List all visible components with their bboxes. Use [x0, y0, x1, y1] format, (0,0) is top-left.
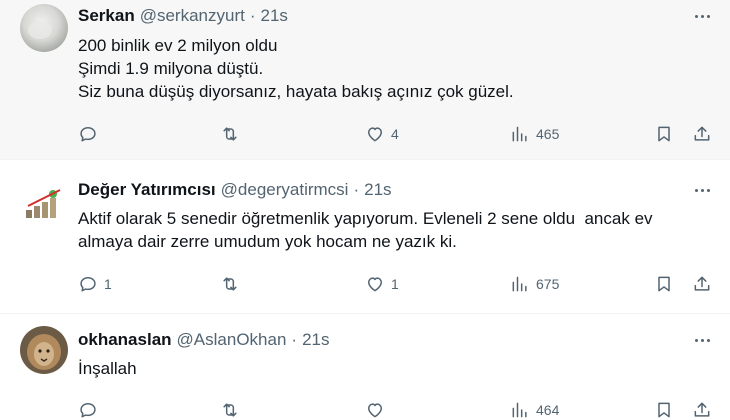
tweet-okhanaslan[interactable]: okhanaslan @AslanOkhan · 21s İnşallah 46…: [0, 314, 730, 420]
reply-button[interactable]: 1: [78, 272, 112, 296]
separator-dot: ·: [291, 330, 298, 349]
heart-icon: [368, 127, 382, 142]
like-button[interactable]: [365, 398, 391, 420]
reply-button[interactable]: [78, 122, 104, 146]
tweet-text-line: 200 binlik ev 2 milyon oldu: [78, 36, 278, 55]
share-button[interactable]: [692, 272, 712, 296]
display-name[interactable]: okhanaslan: [78, 330, 172, 350]
avatar[interactable]: [20, 180, 68, 228]
tweet-text: 200 binlik ev 2 milyon oldu Şimdi 1.9 mi…: [78, 34, 710, 103]
bookmark-button[interactable]: [654, 272, 674, 296]
retweet-icon: [223, 403, 237, 417]
like-count: 4: [391, 126, 399, 142]
tweet-serkan[interactable]: Serkan @serkanzyurt · 21s 200 binlik ev …: [0, 0, 730, 160]
separator-dot: ·: [353, 180, 360, 199]
avatar-image: [20, 4, 68, 52]
views-chart-icon: [512, 276, 527, 292]
retweet-button[interactable]: [220, 272, 246, 296]
avatar-image: [20, 326, 68, 374]
avatar-image: [20, 180, 68, 228]
reply-count: 1: [104, 276, 112, 292]
action-bar: 4 465: [78, 122, 716, 146]
avatar[interactable]: [20, 4, 68, 52]
views-chart-icon: [512, 126, 527, 142]
share-button[interactable]: [692, 398, 712, 420]
like-button[interactable]: 1: [365, 272, 399, 296]
view-count: 675: [536, 276, 560, 292]
share-button[interactable]: [692, 122, 712, 146]
view-count: 465: [536, 126, 560, 142]
reply-icon: [80, 277, 96, 292]
share-icon: [694, 402, 710, 417]
reply-icon: [80, 127, 96, 142]
views-button[interactable]: 465: [510, 122, 559, 146]
views-chart-icon: [512, 402, 527, 418]
tweet-text-line: Aktif olarak 5 senedir öğretmenlik yapıy…: [78, 209, 653, 228]
tweet-text-line: Şimdi 1.9 milyona düştü.: [78, 59, 264, 78]
like-count: 1: [391, 276, 399, 292]
retweet-icon: [223, 127, 237, 141]
timestamp[interactable]: 21s: [261, 6, 288, 26]
view-count: 464: [536, 402, 560, 418]
reply-button[interactable]: [78, 398, 104, 420]
views-button[interactable]: 464: [510, 398, 559, 420]
avatar[interactable]: [20, 326, 68, 374]
views-button[interactable]: 675: [510, 272, 559, 296]
bookmark-icon: [658, 126, 670, 142]
action-bar: 1 1 675: [78, 272, 716, 296]
share-icon: [694, 276, 710, 291]
separator-dot: ·: [249, 6, 256, 25]
tweet-header: okhanaslan @AslanOkhan · 21s: [78, 330, 330, 350]
retweet-button[interactable]: [220, 398, 246, 420]
tweet-text: Aktif olarak 5 senedir öğretmenlik yapıy…: [78, 207, 710, 253]
tweet-text: İnşallah: [78, 357, 710, 380]
retweet-icon: [223, 277, 237, 291]
tweet-text-line: almaya dair zerre umudum yok hocam ne ya…: [78, 232, 457, 251]
heart-icon: [368, 277, 382, 292]
user-handle[interactable]: @degeryatirmcsi: [221, 180, 349, 200]
timestamp[interactable]: 21s: [302, 330, 329, 350]
share-icon: [694, 126, 710, 141]
more-options-icon[interactable]: [692, 330, 712, 350]
tweet-header: Değer Yatırımcısı @degeryatirmcsi · 21s: [78, 180, 392, 200]
timestamp[interactable]: 21s: [364, 180, 391, 200]
display-name[interactable]: Serkan: [78, 6, 135, 26]
bookmark-button[interactable]: [654, 398, 674, 420]
action-bar: 464: [78, 398, 716, 420]
reply-icon: [80, 403, 96, 418]
more-options-icon[interactable]: [692, 6, 712, 26]
tweet-header: Serkan @serkanzyurt · 21s: [78, 6, 288, 26]
bookmark-button[interactable]: [654, 122, 674, 146]
like-button[interactable]: 4: [365, 122, 399, 146]
heart-icon: [368, 403, 382, 418]
user-handle[interactable]: @serkanzyurt: [140, 6, 245, 26]
tweet-text-line: İnşallah: [78, 359, 137, 378]
tweet-text-line: Siz buna düşüş diyorsanız, hayata bakış …: [78, 82, 514, 101]
tweet-deger-yatirimcisi[interactable]: Değer Yatırımcısı @degeryatirmcsi · 21s …: [0, 160, 730, 314]
bookmark-icon: [658, 402, 670, 418]
more-options-icon[interactable]: [692, 180, 712, 200]
user-handle[interactable]: @AslanOkhan: [177, 330, 287, 350]
display-name[interactable]: Değer Yatırımcısı: [78, 180, 216, 200]
retweet-button[interactable]: [220, 122, 246, 146]
bookmark-icon: [658, 276, 670, 292]
